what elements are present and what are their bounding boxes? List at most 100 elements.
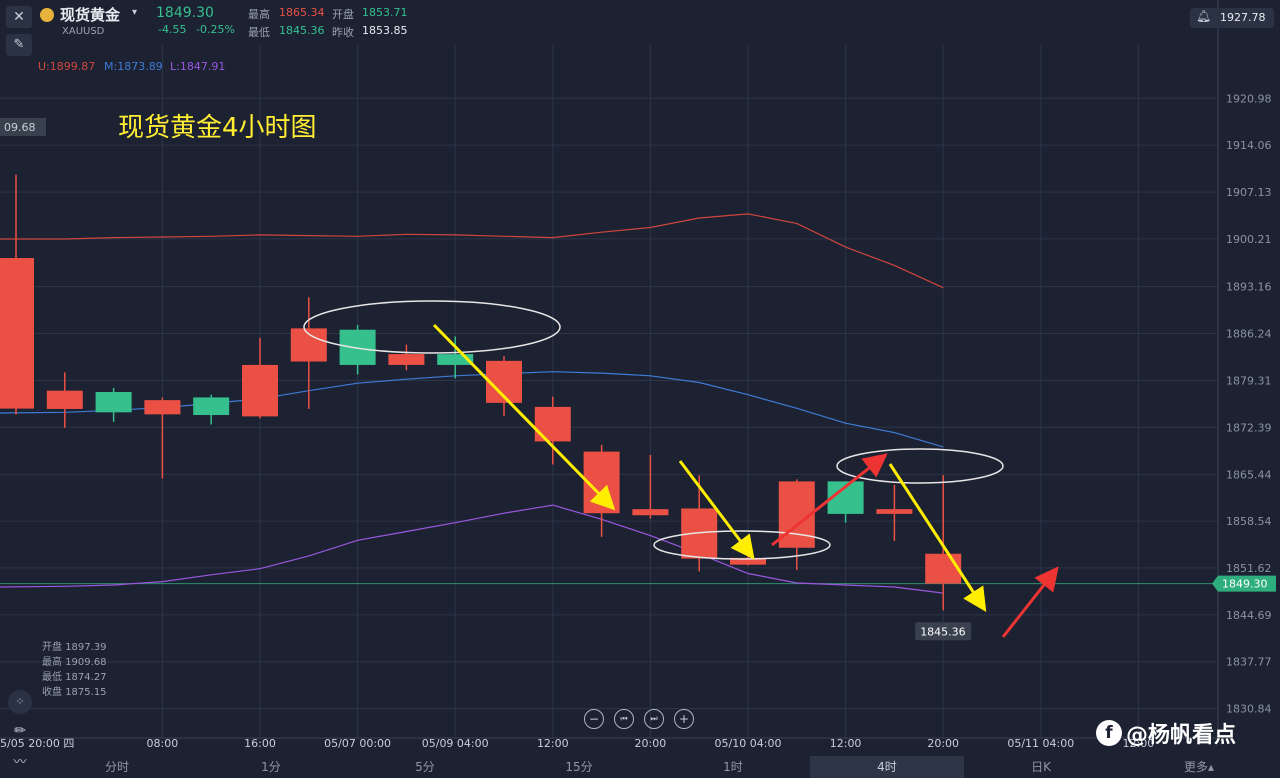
last-price: 1849.30	[156, 5, 214, 21]
facebook-icon: f	[1096, 720, 1122, 746]
alert-value: 1927.78	[1220, 11, 1266, 24]
y-tick-label: 1865.44	[1226, 468, 1272, 481]
y-tick-label: 1900.21	[1226, 233, 1272, 246]
prev-close-value: 1853.85	[362, 24, 408, 37]
scroll-next-button[interactable]: ⏭	[644, 709, 664, 729]
skip-forward-icon: ⏭	[650, 714, 658, 723]
ohlc-value: 1909.68	[65, 657, 107, 668]
y-tick-label: 1907.13	[1226, 186, 1272, 199]
high-value: 1865.34	[279, 6, 325, 19]
candle-body	[242, 364, 278, 417]
low-label: 最低	[248, 26, 270, 39]
grid-lines	[0, 0, 1219, 739]
draw-line-button[interactable]: ✏	[8, 720, 32, 742]
ohlc-panel: 开盘 1897.39 最高 1909.68 最低 1874.27 收盘 1875…	[42, 640, 107, 700]
candle-body	[925, 553, 962, 584]
pen-icon: ✎	[13, 37, 25, 52]
boll-upper-label: U:1899.87	[38, 60, 96, 73]
symbol-code: XAUUSD	[62, 26, 105, 37]
y-axis: 1920.98 1914.06 1907.13 1900.21 1893.16 1886.…	[1226, 92, 1272, 715]
ohlc-value: 1874.27	[65, 672, 107, 683]
y-tick-label: 1920.98	[1226, 92, 1272, 105]
high-label: 最高	[248, 8, 270, 21]
indicator-button[interactable]: ⁘	[8, 690, 32, 714]
ohlc-label: 最低	[42, 672, 62, 683]
y-tick-label: 1886.24	[1226, 328, 1272, 341]
up-arrow	[1001, 566, 1059, 638]
tab-timeshare[interactable]: 分时	[40, 756, 194, 778]
y-tick-label: 1893.16	[1226, 281, 1272, 294]
x-tick-label: 12:00	[830, 737, 862, 750]
scroll-prev-button[interactable]: ⏮	[614, 709, 634, 729]
candle-body	[0, 258, 34, 409]
minus-icon: −	[588, 712, 600, 726]
price-markers: 1849.30 1845.36 09.68	[0, 118, 1276, 641]
gold-coin-icon	[40, 8, 54, 22]
watermark-text: @杨帆看点	[1126, 723, 1237, 748]
ohlc-label: 开盘	[42, 642, 62, 653]
boll-lower-label: L:1847.91	[170, 60, 226, 73]
ohlc-label: 最高	[42, 657, 62, 668]
tab-more[interactable]: 更多▴	[1118, 756, 1280, 778]
plus-icon: +	[678, 712, 690, 726]
left-value-text: 09.68	[4, 121, 36, 134]
x-tick-label: 05/10 04:00	[715, 737, 782, 750]
skip-back-icon: ⏮	[620, 714, 628, 723]
close-icon: ✕	[13, 9, 25, 25]
y-tick-label: 1858.54	[1226, 515, 1272, 528]
x-tick-label: 05/09 04:00	[422, 737, 489, 750]
price-change: -4.55	[158, 23, 187, 36]
x-tick-label: 20:00	[927, 737, 959, 750]
candle-body	[46, 390, 83, 409]
zoom-out-button[interactable]: −	[584, 709, 604, 729]
draw-tool-button[interactable]: ✎	[6, 34, 32, 56]
x-tick-label: 05/11 04:00	[1007, 737, 1074, 750]
open-label: 开盘	[332, 8, 354, 21]
tab-15min[interactable]: 15分	[502, 756, 656, 778]
x-tick-label: 16:00	[244, 737, 276, 750]
candle-body	[632, 509, 669, 516]
chart-title: 现货黄金4小时图	[118, 113, 317, 143]
y-tick-label: 1844.69	[1226, 609, 1272, 622]
symbol-name[interactable]: 现货黄金	[60, 4, 120, 25]
candle-body	[193, 397, 230, 416]
highlight-ellipse	[836, 448, 1004, 484]
x-tick-label: 20:00	[635, 737, 667, 750]
candlestick-chart[interactable]: 1920.98 1914.06 1907.13 1900.21 1893.16 1886.…	[0, 0, 1280, 778]
candle-body	[144, 400, 181, 415]
y-tick-label: 1872.39	[1226, 421, 1272, 434]
low-value: 1845.36	[279, 24, 325, 37]
candle-body	[339, 329, 376, 365]
down-arrow	[432, 323, 616, 511]
price-alert-button[interactable]: 🔔︎ 1927.78	[1190, 8, 1274, 28]
tab-1hour[interactable]: 1时	[656, 756, 810, 778]
tab-4hour[interactable]: 4时	[810, 756, 964, 778]
x-tick-label: 12:00	[537, 737, 569, 750]
candles	[0, 174, 962, 611]
chevron-down-icon[interactable]: ▾	[132, 7, 137, 18]
y-tick-label: 1837.77	[1226, 656, 1272, 669]
x-tick-label: 05/07 00:00	[324, 737, 391, 750]
tab-1min[interactable]: 1分	[194, 756, 348, 778]
y-tick-label: 1914.06	[1226, 139, 1272, 152]
tab-5min[interactable]: 5分	[348, 756, 502, 778]
zoom-in-button[interactable]: +	[674, 709, 694, 729]
x-axis: 5/05 20:00 四 08:00 16:00 05/07 00:00 05/09 0…	[0, 737, 1154, 750]
candle-body	[388, 354, 425, 365]
close-button[interactable]: ✕	[6, 6, 32, 28]
bell-icon: 🔔︎	[1196, 9, 1212, 23]
tab-daily[interactable]: 日K	[964, 756, 1118, 778]
prev-close-label: 昨收	[332, 26, 354, 39]
annotations	[303, 300, 1059, 638]
current-price-text: 1849.30	[1222, 578, 1268, 591]
wave-button[interactable]: 〰	[8, 752, 32, 774]
highlight-ellipse	[303, 300, 561, 354]
down-arrow	[888, 463, 987, 613]
ohlc-value: 1875.15	[65, 687, 107, 698]
y-tick-label: 1851.62	[1226, 562, 1272, 575]
y-tick-label: 1879.31	[1226, 374, 1272, 387]
open-value: 1853.71	[362, 6, 408, 19]
candle-body	[876, 509, 913, 514]
band-M	[0, 371, 944, 448]
y-tick-label: 1830.84	[1226, 703, 1272, 716]
